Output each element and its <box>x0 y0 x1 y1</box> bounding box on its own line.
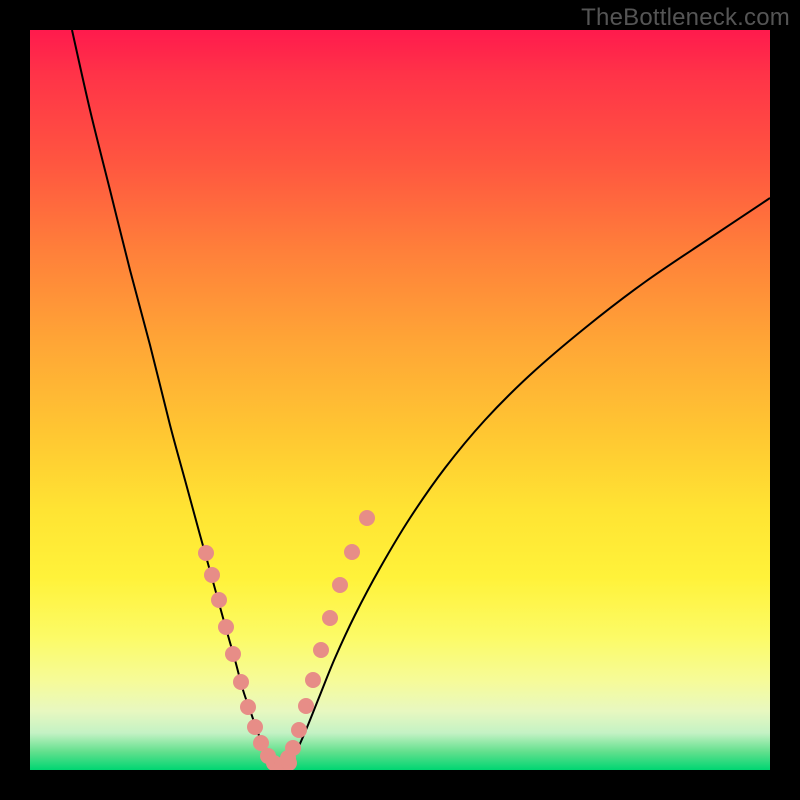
dot-left <box>218 619 234 635</box>
dot-right <box>298 698 314 714</box>
dot-left <box>198 545 214 561</box>
dot-right <box>305 672 321 688</box>
dot-right <box>359 510 375 526</box>
dot-right <box>344 544 360 560</box>
dot-left <box>240 699 256 715</box>
plot-area <box>30 30 770 770</box>
dot-right <box>322 610 338 626</box>
dot-left <box>233 674 249 690</box>
dot-right <box>291 722 307 738</box>
watermark-text: TheBottleneck.com <box>581 4 790 32</box>
outer-frame: TheBottleneck.com <box>0 0 800 800</box>
dot-left <box>247 719 263 735</box>
chart-svg <box>30 30 770 770</box>
dot-left <box>204 567 220 583</box>
curve-left <box>72 30 272 763</box>
dot-right <box>313 642 329 658</box>
dot-right <box>285 740 301 756</box>
dot-left <box>225 646 241 662</box>
dot-right <box>332 577 348 593</box>
curve-right <box>290 198 770 763</box>
dot-left <box>211 592 227 608</box>
